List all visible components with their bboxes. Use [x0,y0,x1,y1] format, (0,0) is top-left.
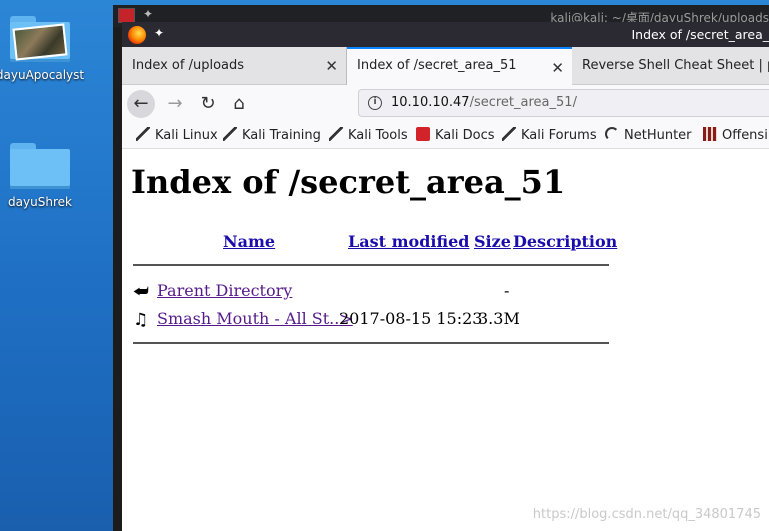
tab-label: Index of /uploads [132,58,245,73]
browser-window: ✦ Index of /secret_area_ Index of /uploa… [122,22,769,531]
column-header-size[interactable]: Size [474,232,511,251]
music-note-icon: ♫ [133,310,149,330]
dragon-icon [502,127,516,141]
bookmark-label: Kali Training [242,128,321,143]
back-button[interactable]: ← [127,90,155,118]
forward-button[interactable]: → [161,90,189,118]
divider [133,264,609,266]
home-button[interactable]: ⌂ [225,90,253,118]
watermark: https://blog.csdn.net/qq_34801745 [532,507,761,522]
url-path: /secret_area_51/ [469,95,577,110]
pin-icon[interactable]: ✦ [143,7,153,21]
desktop-icon-label: dayuApocalyst [0,68,85,82]
close-icon[interactable]: ✕ [325,57,338,75]
close-icon[interactable]: ✕ [551,59,564,77]
url-host: 10.10.10.47 [391,95,470,110]
folder-icon [10,143,70,189]
bookmark-kali-training[interactable]: Kali Training [223,127,321,143]
tab-bar: Index of /uploads ✕ Index of /secret_are… [122,47,769,85]
dragon-icon [329,127,343,141]
table-row: ♫ Smash Mouth - All St..> 2017-08-15 15:… [133,309,609,331]
bookmark-label: Kali Forums [521,128,597,143]
tab-secret-area-51[interactable]: Index of /secret_area_51 ✕ [347,47,572,85]
dragon-icon [223,127,237,141]
tab-label: Reverse Shell Cheat Sheet | pe [582,58,769,73]
browser-titlebar[interactable]: ✦ Index of /secret_area_ [122,22,769,47]
file-size: - [504,281,510,300]
offsec-icon [703,127,717,141]
parent-directory-link[interactable]: Parent Directory [157,281,292,300]
desktop-folder-dayuapocalyst[interactable]: dayuApocalyst [0,16,90,82]
page-content: Index of /secret_area_51 Name Last modif… [122,149,769,531]
file-link[interactable]: Smash Mouth - All St..> [157,309,353,328]
back-arrow-icon: ⮨ [133,282,149,302]
column-header-name[interactable]: Name [223,232,275,251]
page-title: Index of /secret_area_51 [131,163,566,201]
dragon-icon [136,127,150,141]
file-size: 3.3M [478,309,520,328]
bookmark-label: NetHunter [624,128,692,143]
divider [133,342,609,344]
docs-icon [416,127,430,141]
column-header-last-modified[interactable]: Last modified [348,232,469,251]
pin-icon[interactable]: ✦ [154,26,164,40]
table-row: ⮨ Parent Directory - [133,281,609,303]
tab-uploads[interactable]: Index of /uploads ✕ [122,47,347,85]
bookmark-label: Kali Tools [348,128,408,143]
terminal-icon [118,8,135,23]
navigation-bar: ← → ↻ ⌂ i 10.10.10.47/secret_area_51/ [122,85,769,122]
bookmark-label: Kali Linux [155,128,218,143]
column-header-description[interactable]: Description [513,232,617,251]
window-title: Index of /secret_area_ [631,27,769,42]
bookmarks-toolbar: Kali Linux Kali Training Kali Tools Kali… [122,122,769,149]
firefox-icon [128,26,146,44]
reload-button[interactable]: ↻ [194,90,222,118]
bookmark-nethunter[interactable]: NetHunter [605,127,692,143]
file-date: 2017-08-15 15:23 [339,309,483,328]
url-bar[interactable]: i 10.10.10.47/secret_area_51/ [358,89,769,117]
folder-icon [10,16,70,62]
tab-reverse-shell[interactable]: Reverse Shell Cheat Sheet | pe [572,47,769,85]
bookmark-kali-linux[interactable]: Kali Linux [136,127,218,143]
bookmark-offensive[interactable]: Offensi [703,127,768,143]
bookmark-label: Kali Docs [435,128,495,143]
bookmark-kali-forums[interactable]: Kali Forums [502,127,597,143]
nethunter-icon [605,127,619,141]
bookmark-label: Offensi [722,128,768,143]
bookmark-kali-docs[interactable]: Kali Docs [416,127,495,143]
desktop-icon-label: dayuShrek [8,195,72,209]
bookmark-kali-tools[interactable]: Kali Tools [329,127,408,143]
desktop-folder-dayushrek[interactable]: dayuShrek [0,143,90,209]
tab-label: Index of /secret_area_51 [357,58,517,73]
info-icon[interactable]: i [368,96,382,110]
